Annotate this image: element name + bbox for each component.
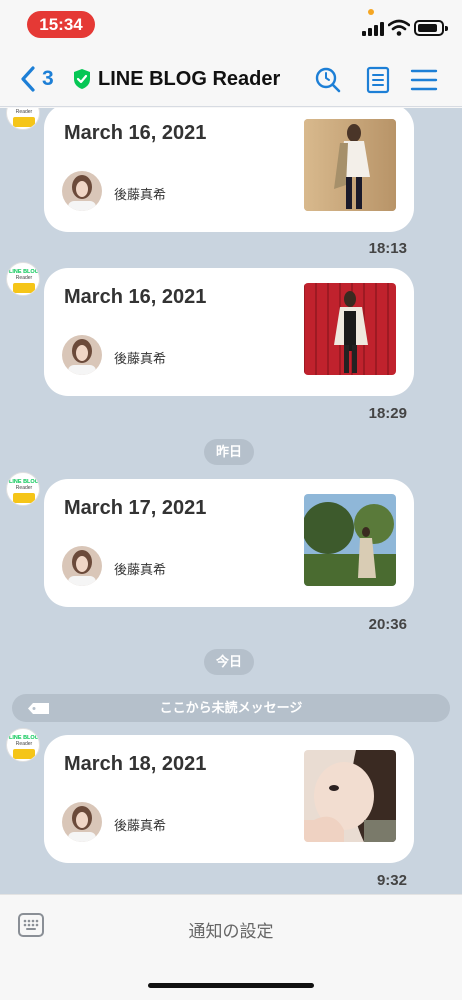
post-thumbnail[interactable] (304, 119, 396, 211)
home-indicator[interactable] (148, 983, 314, 988)
author-name: 後藤真希 (114, 562, 167, 577)
post-date: March 18, 2021 (64, 753, 207, 775)
back-button[interactable]: 3 (20, 64, 54, 94)
message-time: 9:32 (376, 872, 407, 889)
svg-text:Reader: Reader (16, 485, 33, 491)
cellular-signal-icon (362, 22, 384, 36)
svg-text:Reader: Reader (16, 109, 33, 115)
blog-post-card[interactable]: March 16, 2021 後藤真希 (44, 108, 414, 232)
post-date: March 16, 2021 (64, 122, 207, 144)
author-avatar (62, 802, 102, 842)
notification-settings-button[interactable]: 通知の設定 (0, 917, 462, 942)
svg-text:Reader: Reader (16, 275, 33, 281)
blog-post-card[interactable]: March 18, 2021 後藤真希 (44, 735, 414, 863)
nav-bar: 3 LINE BLOG Reader (0, 50, 462, 107)
back-chevron-icon (21, 66, 35, 92)
privacy-indicator-icon (368, 9, 374, 15)
post-date: March 17, 2021 (64, 497, 207, 519)
line-blog-logo-icon: LINE BLOG Reader (9, 735, 39, 759)
author-name: 後藤真希 (114, 187, 167, 202)
blog-post-card[interactable]: March 17, 2021 後藤真希 (44, 479, 414, 607)
bot-avatar[interactable]: LINE BLOG Reader (6, 728, 40, 762)
svg-text:Reader: Reader (16, 741, 33, 747)
wifi-icon (388, 19, 410, 36)
status-bar: 15:34 (0, 0, 462, 50)
search-history-icon[interactable] (314, 66, 342, 94)
author-avatar (62, 335, 102, 375)
bot-avatar[interactable]: LINE BLOG Reader (6, 108, 40, 130)
post-thumbnail[interactable] (304, 494, 396, 586)
unread-chat-count: 3 (42, 67, 54, 90)
status-time: 15:34 (27, 11, 95, 38)
line-blog-logo-icon: LINE BLOG Reader (9, 269, 39, 293)
verified-shield-icon (74, 69, 90, 89)
author-avatar (62, 546, 102, 586)
post-thumbnail[interactable] (304, 283, 396, 375)
notes-icon[interactable] (364, 66, 392, 94)
page-title: LINE BLOG Reader (98, 67, 281, 90)
author-avatar (62, 171, 102, 211)
message-time: 20:36 (368, 616, 407, 633)
blog-post-card[interactable]: March 16, 2021 後藤真希 (44, 268, 414, 396)
tag-icon (28, 703, 49, 714)
author-name: 後藤真希 (114, 351, 167, 366)
date-divider-today: 今日 (204, 649, 255, 675)
line-blog-logo-icon: LINE BLOG Reader (9, 108, 39, 127)
chat-title[interactable]: LINE BLOG Reader (72, 64, 280, 94)
menu-icon[interactable] (410, 66, 438, 94)
unread-label: ここから未読メッセージ (159, 700, 303, 715)
bot-avatar[interactable]: LINE BLOG Reader (6, 262, 40, 296)
chat-area[interactable]: LINE BLOG Reader March 16, 2021 後藤真希 18:… (0, 108, 462, 894)
line-blog-logo-icon: LINE BLOG Reader (9, 479, 39, 503)
author-name: 後藤真希 (114, 818, 167, 833)
post-thumbnail[interactable] (304, 750, 396, 842)
message-time: 18:29 (368, 405, 407, 422)
date-divider-yesterday: 昨日 (204, 439, 255, 465)
battery-icon (414, 20, 448, 36)
footer-bar: 通知の設定 (0, 894, 462, 1000)
post-date: March 16, 2021 (64, 286, 207, 308)
message-time: 18:13 (368, 240, 407, 257)
bot-avatar[interactable]: LINE BLOG Reader (6, 472, 40, 506)
unread-messages-divider: ここから未読メッセージ (12, 694, 450, 722)
